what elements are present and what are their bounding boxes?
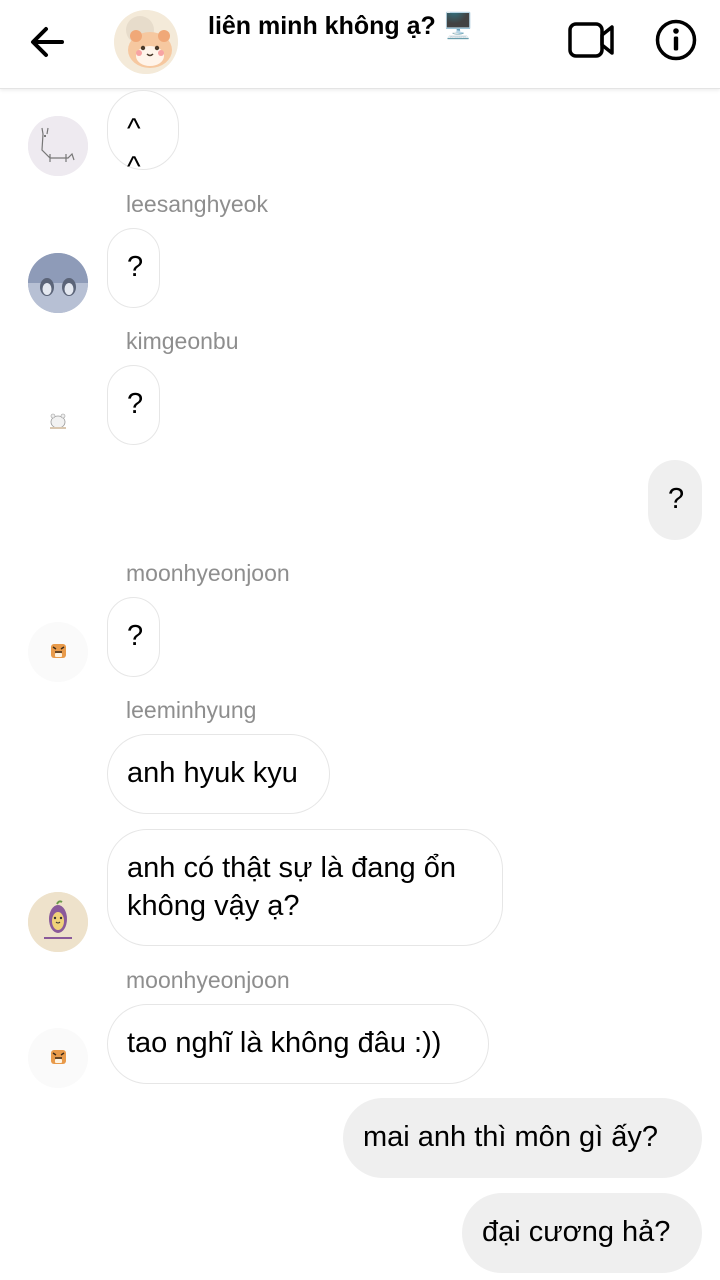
hamster-avatar-icon (114, 10, 178, 74)
chat-header: liên minh không ạ? 🖥️ (0, 0, 720, 89)
group-avatar[interactable] (114, 10, 178, 74)
sender-name: leeminhyung (126, 697, 257, 723)
incoming-message-bubble[interactable]: anh hyuk kyu (107, 734, 330, 814)
sender-name: moonhyeonjoon (126, 560, 290, 586)
outgoing-message-bubble[interactable]: đại cương hả? (462, 1193, 702, 1273)
sender-name: moonhyeonjoon (126, 967, 290, 993)
white-bear-avatar-icon (28, 390, 88, 450)
video-call-button[interactable] (566, 18, 618, 62)
tiger-avatar-icon (28, 622, 88, 682)
video-call-icon (568, 22, 614, 58)
penguins-avatar-icon (28, 253, 88, 313)
incoming-message-bubble[interactable]: ^ ^ (107, 90, 179, 183)
incoming-message-bubble[interactable]: ? (107, 365, 160, 445)
back-button[interactable] (26, 22, 70, 62)
incoming-message-bubble[interactable]: tao nghĩ là không đâu :)) (107, 1004, 489, 1084)
sender-avatar[interactable] (28, 116, 88, 176)
arrow-left-icon (31, 27, 64, 57)
sender-avatar[interactable] (28, 390, 88, 450)
incoming-message-bubble[interactable]: anh có thật sự là đang ổn không vậy ạ? (107, 829, 503, 946)
sender-avatar[interactable] (28, 1028, 88, 1088)
outgoing-message-bubble[interactable]: ? (648, 460, 702, 540)
alpaca-avatar-icon (28, 116, 88, 176)
tiger-avatar-icon (28, 1028, 88, 1088)
incoming-message-bubble[interactable]: ? (107, 228, 160, 308)
info-button[interactable] (654, 18, 698, 62)
sender-avatar[interactable] (28, 892, 88, 952)
sweet-potato-avatar-icon (28, 892, 88, 952)
chat-title[interactable]: liên minh không ạ? 🖥️ (208, 12, 474, 41)
sender-avatar[interactable] (28, 622, 88, 682)
sender-avatar[interactable] (28, 253, 88, 313)
sender-name: leesanghyeok (126, 191, 268, 217)
outgoing-message-bubble[interactable]: mai anh thì môn gì ấy? (343, 1098, 702, 1178)
info-icon (655, 19, 697, 61)
sender-name: kimgeonbu (126, 328, 239, 354)
incoming-message-bubble[interactable]: ? (107, 597, 160, 677)
